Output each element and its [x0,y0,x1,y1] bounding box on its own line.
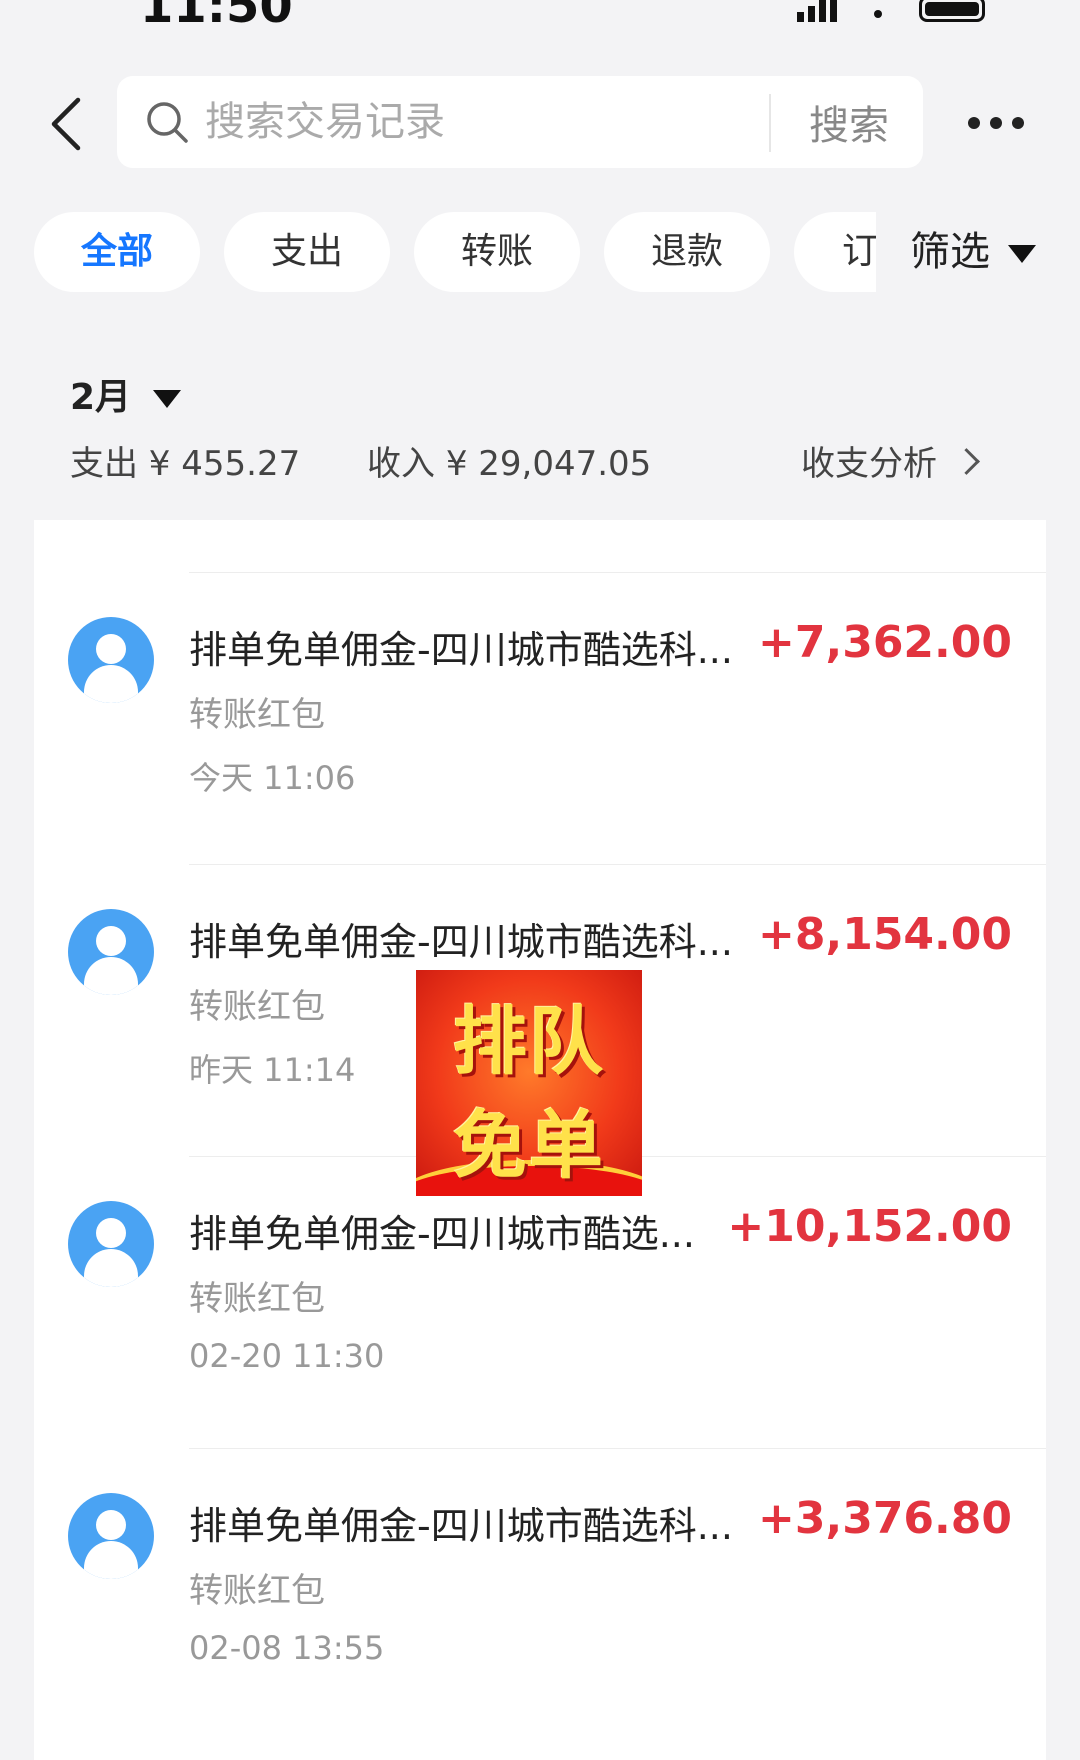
tab-refund[interactable]: 退款 [604,212,770,292]
more-dot-icon [968,117,980,129]
more-options-button[interactable] [968,108,1028,138]
transaction-row[interactable]: 排单免单佣金-四川城市酷选科... +3,376.80 转账红包 02-08 1… [34,1449,1046,1741]
search-divider [769,94,771,152]
more-dot-icon [1012,117,1024,129]
battery-icon [919,0,985,22]
analysis-link[interactable]: 收支分析 [801,436,980,485]
transaction-amount: +3,376.80 [758,1493,1012,1544]
tab-all[interactable]: 全部 [34,212,200,292]
transaction-type: 转账红包 [189,695,325,735]
status-icons [797,0,985,22]
chevron-left-icon [51,97,81,151]
search-icon [147,102,188,143]
transaction-amount: +8,154.00 [758,909,1012,960]
month-label: 2月 [70,377,132,418]
filter-label: 筛选 [910,229,990,275]
transaction-time: 02-08 13:55 [189,1629,385,1667]
signal-icon [797,0,837,22]
tab-transfer[interactable]: 转账 [414,212,580,292]
caret-down-icon [153,390,182,408]
chevron-right-icon [953,448,980,475]
month-summary: 支出 ¥ 455.27 收入 ¥ 29,047.05 [70,436,651,485]
filter-button[interactable]: 筛选 [876,212,1056,292]
transaction-time: 02-20 11:30 [189,1337,385,1375]
caret-down-icon [1008,245,1036,263]
avatar-icon [68,1493,154,1579]
promo-line-2: 免单 [453,1103,605,1189]
transaction-time: 昨天 11:14 [189,1051,356,1089]
transaction-type: 转账红包 [189,1279,325,1319]
transaction-title: 排单免单佣金-四川城市酷选科... [189,920,733,964]
promo-overlay-image: 排队 免单 [416,970,642,1196]
transaction-title: 排单免单佣金-四川城市酷选科... [189,1504,733,1548]
tab-expense[interactable]: 支出 [224,212,390,292]
transaction-type: 转账红包 [189,1571,325,1611]
avatar-icon [68,909,154,995]
back-button[interactable] [46,94,86,154]
transaction-row[interactable]: 排单免单佣金-四川城市酷选... +10,152.00 转账红包 02-20 1… [34,1157,1046,1449]
status-time: 11:50 [140,0,293,34]
transaction-title: 排单免单佣金-四川城市酷选科... [189,628,733,672]
avatar-icon [68,617,154,703]
transaction-title: 排单免单佣金-四川城市酷选... [189,1212,695,1256]
transaction-type: 转账红包 [189,987,325,1027]
month-selector[interactable]: 2月 [70,368,182,420]
income-total: 收入 ¥ 29,047.05 [367,444,652,484]
avatar-icon [68,1201,154,1287]
transaction-amount: +7,362.00 [758,617,1012,668]
transaction-amount: +10,152.00 [727,1201,1012,1252]
search-bar: 搜索 [117,76,923,168]
search-button[interactable]: 搜索 [789,88,909,156]
analysis-label: 收支分析 [801,444,937,484]
wifi-icon [861,0,895,22]
promo-line-1: 排队 [453,999,605,1085]
expense-total: 支出 ¥ 455.27 [70,444,301,484]
more-dot-icon [990,117,1002,129]
transaction-row[interactable]: 排单免单佣金-四川城市酷选科... +7,362.00 转账红包 今天 11:0… [34,573,1046,865]
search-input[interactable] [203,90,867,154]
status-bar: 11:50 [0,0,1080,40]
transaction-time: 今天 11:06 [189,759,356,797]
